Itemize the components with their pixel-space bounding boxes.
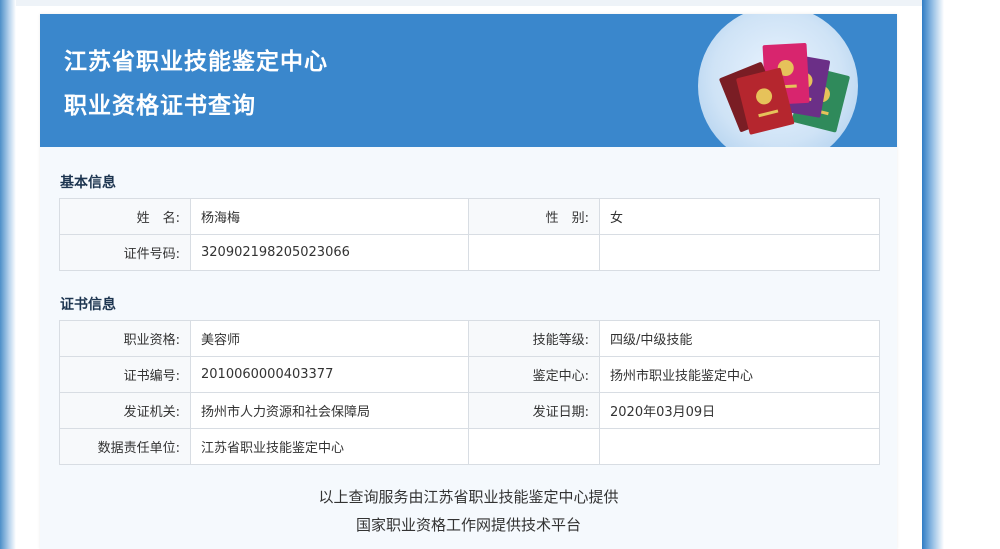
basic-info-table: 姓 名: 杨海梅 性 别: 女 证件号码: 320902198205023066 <box>59 198 880 271</box>
table-row: 职业资格: 美容师 技能等级: 四级/中级技能 <box>59 320 880 357</box>
empty-cell <box>468 234 600 271</box>
left-edge-strip <box>0 0 16 549</box>
appraisal-center-label: 鉴定中心: <box>468 356 600 393</box>
issue-date-label: 发证日期: <box>468 392 600 429</box>
empty-cell <box>468 428 600 465</box>
query-result-card: 江苏省职业技能鉴定中心 职业资格证书查询 基本信息 姓 名: 杨海梅 性 别: … <box>40 14 897 549</box>
cert-info-section-title: 证书信息 <box>60 297 116 313</box>
issuing-authority-label: 发证机关: <box>59 392 191 429</box>
cert-number-label: 证书编号: <box>59 356 191 393</box>
cert-info-table: 职业资格: 美容师 技能等级: 四级/中级技能 证书编号: 2010060000… <box>59 320 880 465</box>
empty-cell <box>599 428 880 465</box>
gender-label: 性 别: <box>468 198 600 235</box>
skill-level-label: 技能等级: <box>468 320 600 357</box>
qualification-label: 职业资格: <box>59 320 191 357</box>
data-unit-label: 数据责任单位: <box>59 428 191 465</box>
name-value: 杨海梅 <box>190 198 469 235</box>
appraisal-center-value: 扬州市职业技能鉴定中心 <box>599 356 880 393</box>
table-row: 数据责任单位: 江苏省职业技能鉴定中心 <box>59 428 880 465</box>
cert-number-value: 2010060000403377 <box>190 356 469 393</box>
table-row: 姓 名: 杨海梅 性 别: 女 <box>59 198 880 235</box>
certificate-booklets-icon <box>719 42 850 135</box>
data-unit-value: 江苏省职业技能鉴定中心 <box>190 428 469 465</box>
issuing-authority-value: 扬州市人力资源和社会保障局 <box>190 392 469 429</box>
table-row: 发证机关: 扬州市人力资源和社会保障局 发证日期: 2020年03月09日 <box>59 392 880 429</box>
qualification-value: 美容师 <box>190 320 469 357</box>
header-banner: 江苏省职业技能鉴定中心 职业资格证书查询 <box>40 14 897 147</box>
right-edge-strip <box>922 0 944 549</box>
footer-service-note: 以上查询服务由江苏省职业技能鉴定中心提供 <box>318 488 619 506</box>
gender-value: 女 <box>599 198 880 235</box>
footer-platform-note: 国家职业资格工作网提供技术平台 <box>355 516 581 534</box>
issue-date-value: 2020年03月09日 <box>599 392 880 429</box>
name-label: 姓 名: <box>59 198 191 235</box>
id-number-label: 证件号码: <box>59 234 191 271</box>
id-number-value: 320902198205023066 <box>190 234 469 271</box>
top-strip <box>16 0 922 6</box>
basic-info-section-title: 基本信息 <box>60 175 116 191</box>
table-row: 证件号码: 320902198205023066 <box>59 234 880 271</box>
empty-cell <box>599 234 880 271</box>
table-row: 证书编号: 2010060000403377 鉴定中心: 扬州市职业技能鉴定中心 <box>59 356 880 393</box>
header-title-line1: 江苏省职业技能鉴定中心 <box>64 49 328 75</box>
skill-level-value: 四级/中级技能 <box>599 320 880 357</box>
header-title-line2: 职业资格证书查询 <box>64 93 256 119</box>
